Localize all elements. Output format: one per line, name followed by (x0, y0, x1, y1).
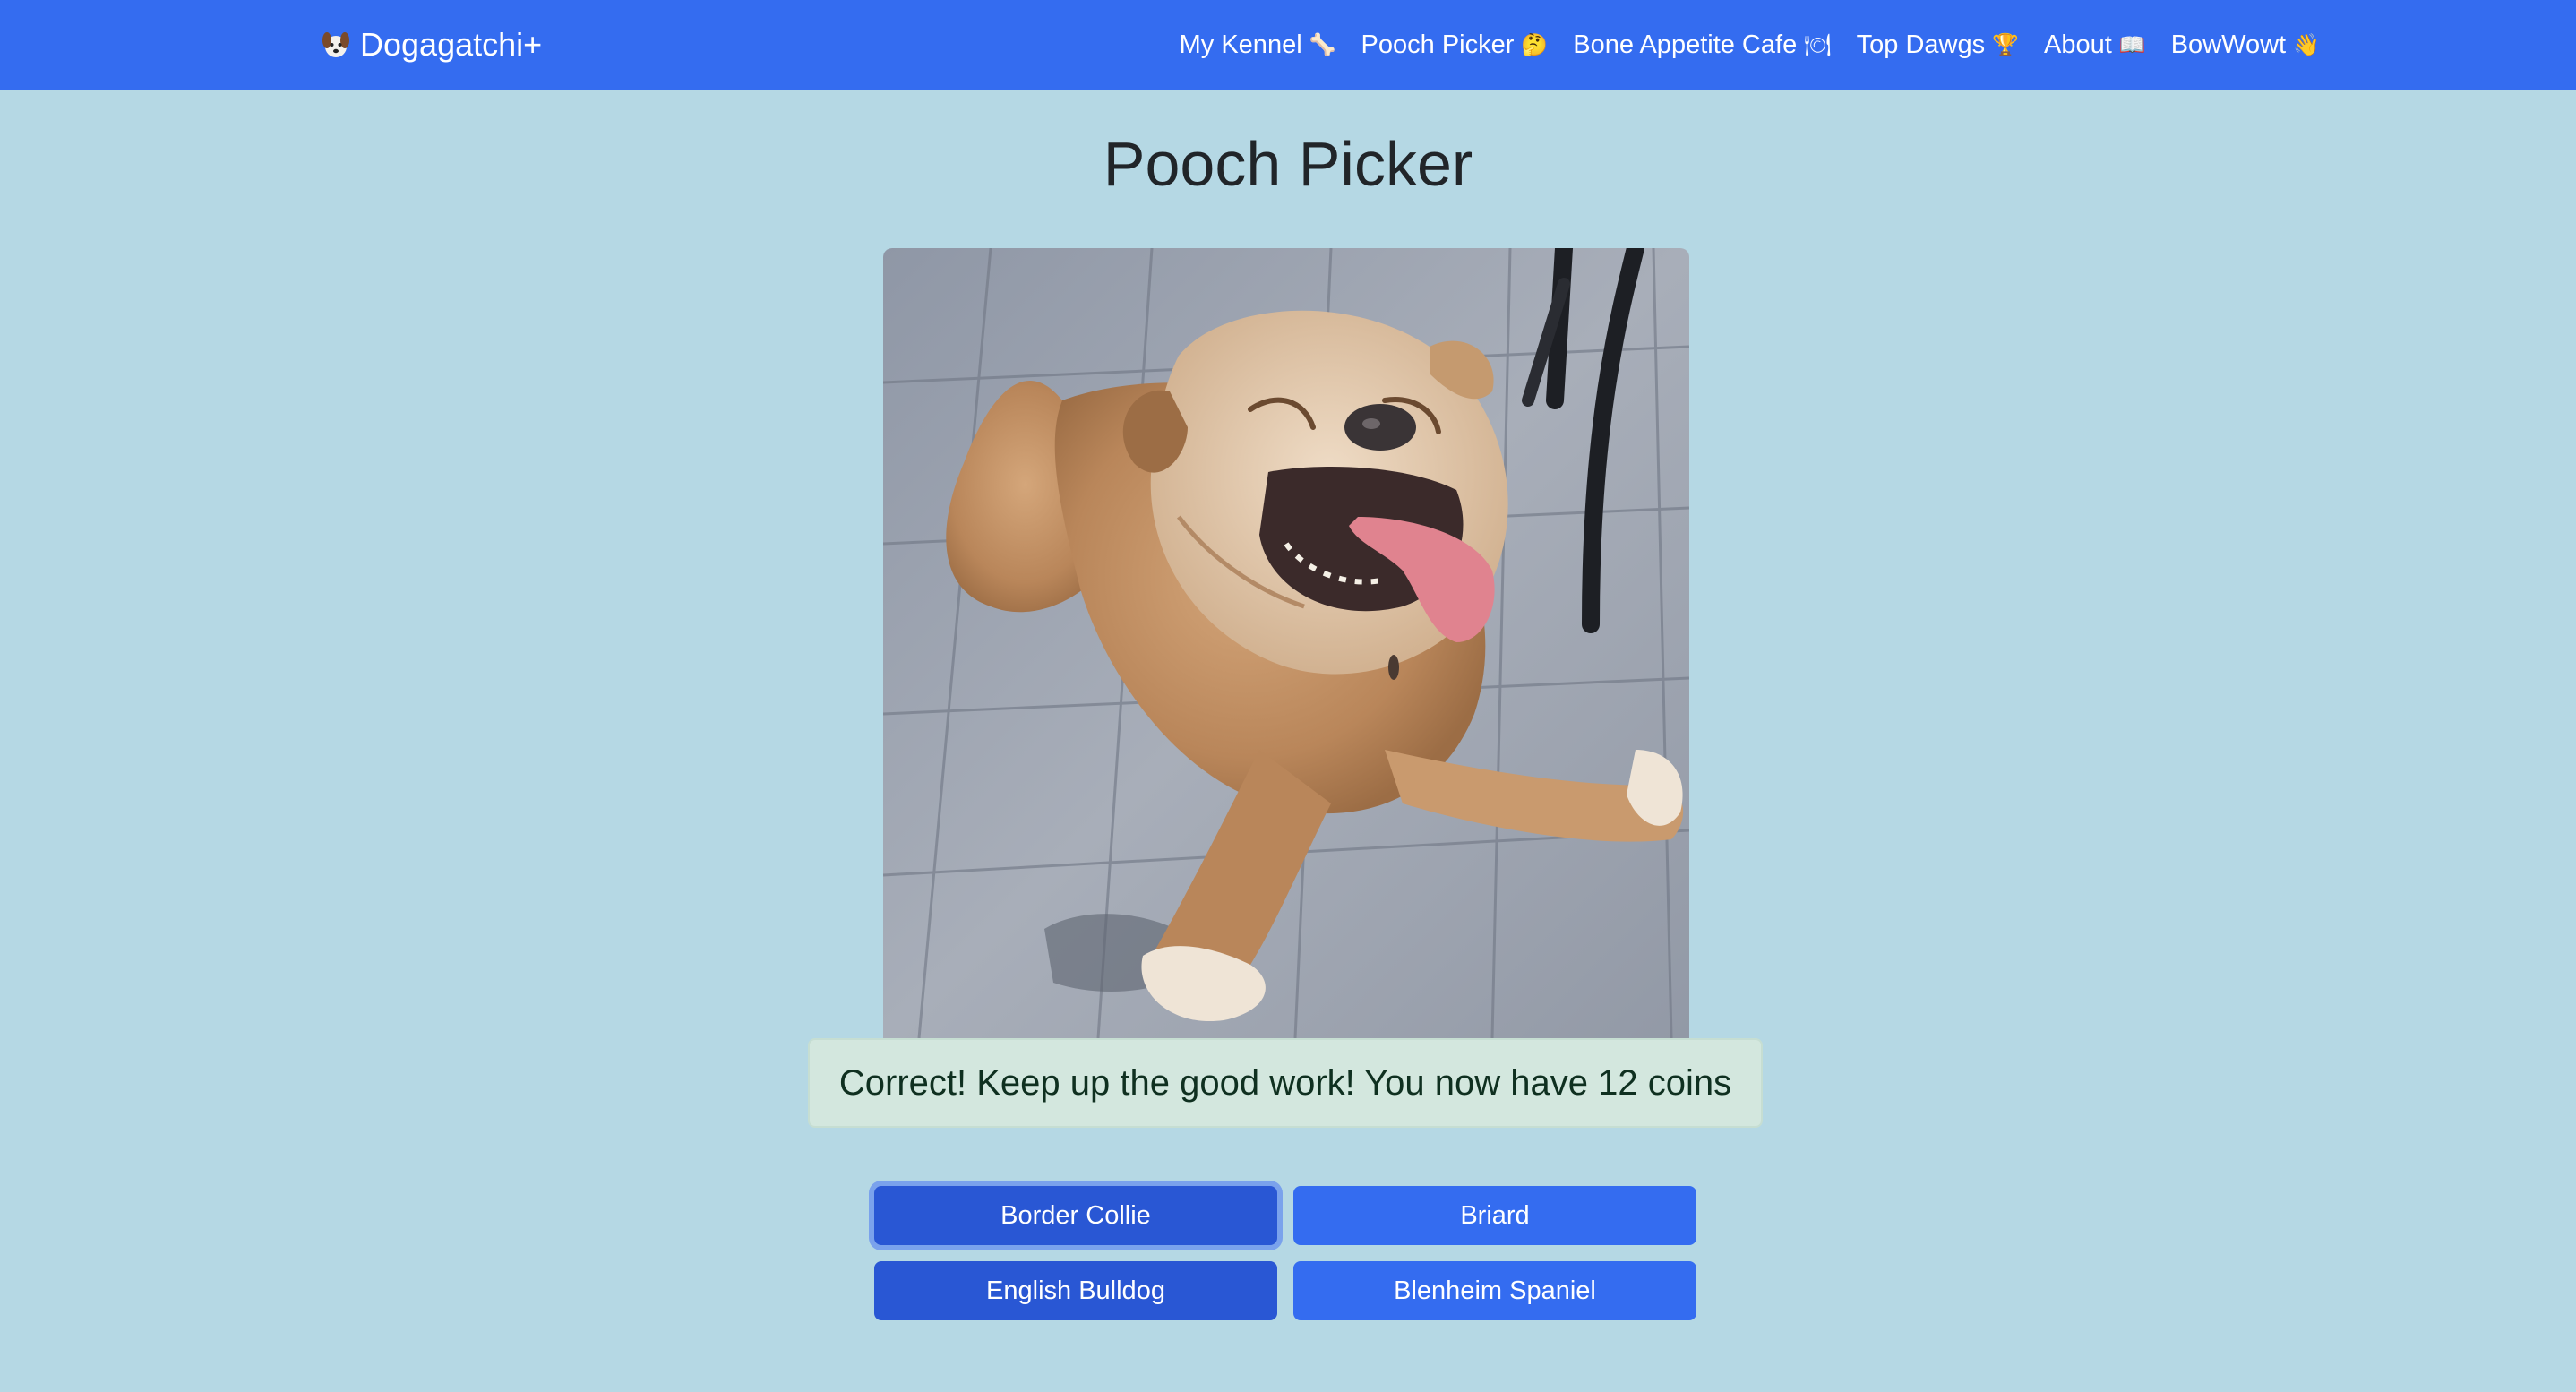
answer-options: Border Collie Briard English Bulldog Ble… (874, 1186, 1698, 1320)
trophy-icon: 🏆 (1992, 32, 2020, 57)
thinking-face-icon: 🤔 (1521, 32, 1549, 57)
page-title: Pooch Picker (1103, 129, 1473, 199)
nav-link-label: Pooch Picker (1361, 30, 1515, 59)
nav-link-my-kennel[interactable]: My Kennel 🦴 (1180, 30, 1336, 60)
nav-link-label: Top Dawgs (1856, 30, 1986, 59)
nav-link-label: BowWowt (2170, 30, 2287, 59)
dog-photo (883, 248, 1689, 1038)
nav-link-label: About (2044, 30, 2112, 59)
bulldog-illustration (883, 248, 1689, 1038)
nav-link-label: My Kennel (1179, 30, 1302, 59)
dog-face-icon (321, 30, 351, 60)
brand-link[interactable]: Dogagatchi+ (321, 0, 542, 90)
answer-button-border-collie[interactable]: Border Collie (874, 1186, 1277, 1245)
nav-link-bowwowt[interactable]: BowWowt 👋 (2171, 30, 2320, 60)
answer-button-briard[interactable]: Briard (1293, 1186, 1696, 1245)
nav-link-top-dawgs[interactable]: Top Dawgs 🏆 (1857, 30, 2019, 60)
result-message: Correct! Keep up the good work! You now … (838, 1062, 1732, 1103)
top-navbar: Dogagatchi+ My Kennel 🦴 Pooch Picker 🤔 B… (0, 0, 2576, 90)
nav-link-pooch-picker[interactable]: Pooch Picker 🤔 (1361, 30, 1549, 60)
bone-icon: 🦴 (1309, 32, 1336, 57)
brand-name: Dogagatchi+ (360, 26, 543, 63)
book-icon: 📖 (2118, 32, 2146, 57)
nav-links: My Kennel 🦴 Pooch Picker 🤔 Bone Appetite… (1180, 0, 2320, 90)
nav-link-label: Bone Appetite Cafe (1573, 30, 1798, 59)
nav-link-bone-appetite-cafe[interactable]: Bone Appetite Cafe 🍽 (1573, 30, 1831, 60)
answer-button-blenheim-spaniel[interactable]: Blenheim Spaniel (1293, 1261, 1696, 1320)
nav-link-about[interactable]: About 📖 (2044, 30, 2146, 60)
answer-button-english-bulldog[interactable]: English Bulldog (874, 1261, 1277, 1320)
plate-icon: 🍽 (1804, 32, 1832, 57)
waving-hand-icon: 👋 (2293, 32, 2320, 57)
result-alert: Correct! Keep up the good work! You now … (808, 1038, 1763, 1128)
